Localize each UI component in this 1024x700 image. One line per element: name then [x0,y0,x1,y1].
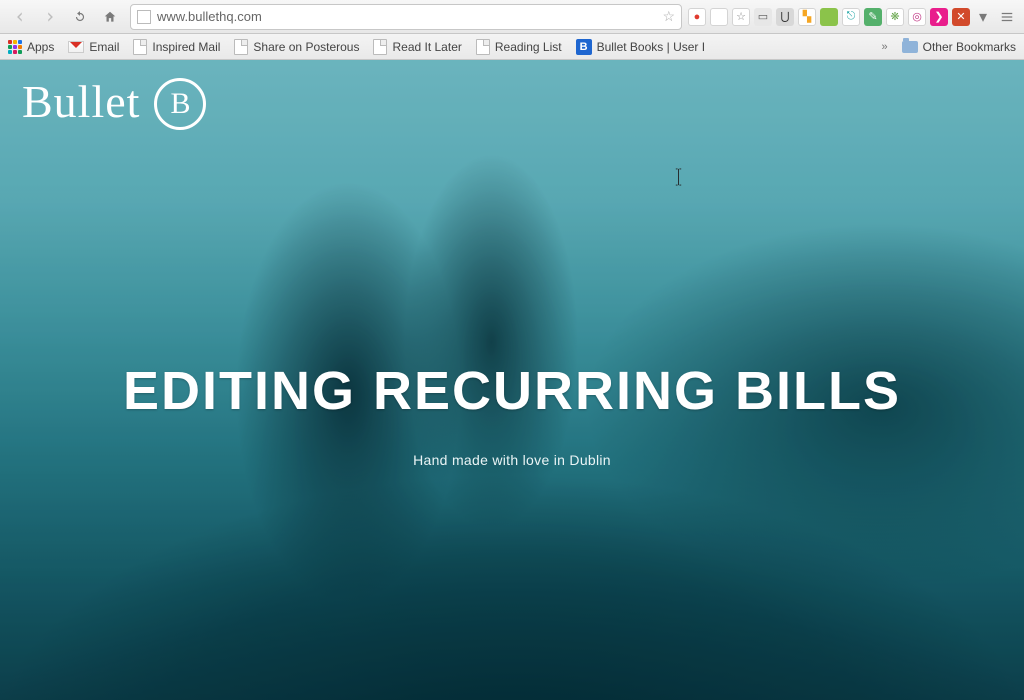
other-bookmarks-label: Other Bookmarks [923,40,1016,54]
apps-grid-icon [8,40,22,54]
page-icon [133,39,147,55]
ext-rect[interactable]: ▭ [754,8,772,26]
bookmark-item[interactable]: Reading List [476,39,562,55]
bookmark-item[interactable]: Email [68,39,119,55]
page-icon [373,39,387,55]
other-bookmarks[interactable]: Other Bookmarks [902,40,1016,54]
bookmark-list: Email Inspired Mail Share on Posterous Read… [68,39,705,55]
page-icon [137,10,151,24]
page-headline: EDITING RECURRING BILLS [0,360,1024,422]
bookmark-label: Email [89,40,119,54]
reload-button[interactable] [66,5,94,29]
logo-badge-icon: B [154,78,206,130]
bookmark-label: Inspired Mail [152,40,220,54]
bookmark-item[interactable]: Share on Posterous [234,39,359,55]
bookmarks-bar: Apps Email Inspired Mail Share on Posterou… [0,34,1024,60]
folder-icon [902,41,918,53]
site-logo[interactable]: Bullet B [22,78,206,130]
ext-red-dot[interactable]: ● [688,8,706,26]
bookmark-item[interactable]: Inspired Mail [133,39,220,55]
page-viewport: Bullet B EDITING RECURRING BILLS Hand ma… [0,60,1024,700]
ext-star[interactable]: ☆ [732,8,750,26]
ext-doc[interactable] [710,8,728,26]
browser-toolbar: www.bullethq.com ☆ ●☆▭⋃▚⎋✎❋◎❯✕ ▾ [0,0,1024,34]
ext-instagram[interactable]: ◎ [908,8,926,26]
ext-u[interactable]: ⋃ [776,8,794,26]
apps-shortcut[interactable]: Apps [8,40,54,54]
text-cursor-icon [674,168,683,186]
nav-dropdown-icon[interactable]: ▾ [972,7,994,27]
logo-wordmark: Bullet [22,79,140,125]
ext-evernote[interactable]: ❋ [886,8,904,26]
url-text: www.bullethq.com [157,9,656,24]
bulletbooks-icon: B [576,39,592,55]
ext-palette[interactable]: ▚ [798,8,816,26]
ext-note[interactable]: ✎ [864,8,882,26]
page-tagline: Hand made with love in Dublin [0,452,1024,468]
home-button[interactable] [96,5,124,29]
page-icon [234,39,248,55]
bookmark-star-icon[interactable]: ☆ [662,8,675,25]
ext-pink[interactable]: ❯ [930,8,948,26]
bookmark-item[interactable]: Read It Later [373,39,461,55]
page-icon [476,39,490,55]
ext-teal[interactable]: ⎋ [842,8,860,26]
address-bar[interactable]: www.bullethq.com ☆ [130,4,682,30]
browser-window: www.bullethq.com ☆ ●☆▭⋃▚⎋✎❋◎❯✕ ▾ Apps Em… [0,0,1024,700]
back-button[interactable] [6,5,34,29]
hamburger-menu-icon[interactable] [996,10,1018,24]
ext-green[interactable] [820,8,838,26]
bookmark-item[interactable]: B Bullet Books | User I [576,39,706,55]
forward-button[interactable] [36,5,64,29]
bookmark-label: Share on Posterous [253,40,359,54]
extension-row: ● ☆▭⋃▚ ⎋✎❋◎❯✕ [688,8,970,26]
bookmark-label: Bullet Books | User I [597,40,706,54]
bookmarks-overflow-icon[interactable]: » [882,41,888,53]
bookmark-label: Read It Later [392,40,461,54]
ext-tools[interactable]: ✕ [952,8,970,26]
apps-label: Apps [27,40,54,54]
gmail-icon [68,41,84,53]
bookmark-label: Reading List [495,40,562,54]
